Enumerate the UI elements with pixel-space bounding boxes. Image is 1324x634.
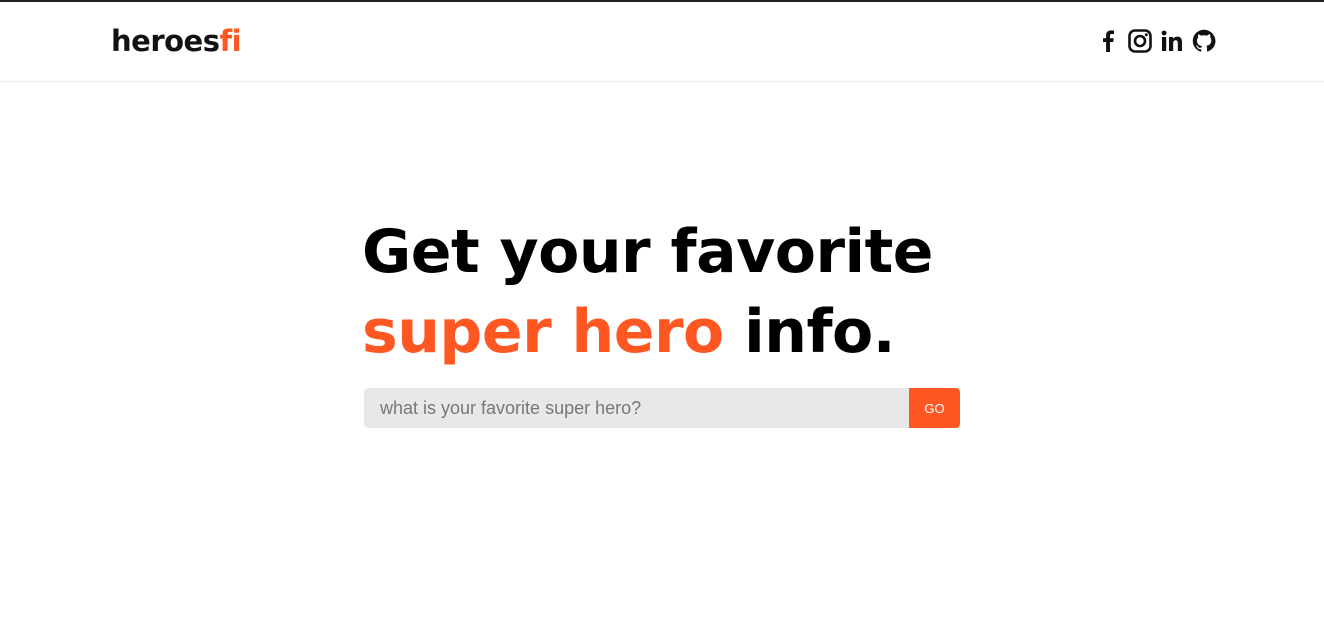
social-links xyxy=(1096,26,1216,56)
site-header: heroesfi xyxy=(0,2,1324,82)
linkedin-icon xyxy=(1161,30,1182,51)
headline-rest: info. xyxy=(723,297,896,367)
headline-line-2: super hero info. xyxy=(362,292,982,372)
headline-accent: super hero xyxy=(362,297,724,367)
headline-line-1: Get your favorite xyxy=(362,217,934,287)
logo[interactable]: heroesfi xyxy=(111,23,242,59)
facebook-link[interactable] xyxy=(1096,29,1120,53)
logo-main: heroes xyxy=(111,24,220,58)
facebook-icon xyxy=(1103,30,1114,52)
github-link[interactable] xyxy=(1192,29,1216,53)
instagram-icon xyxy=(1128,29,1152,53)
github-icon xyxy=(1192,29,1216,52)
hero-headline: Get your favorite super hero info. xyxy=(362,212,982,372)
go-button[interactable]: GO xyxy=(909,388,960,428)
hero-section: Get your favorite super hero info. xyxy=(362,212,982,372)
logo-accent: fi xyxy=(219,24,242,58)
linkedin-link[interactable] xyxy=(1160,29,1184,53)
search-input[interactable] xyxy=(364,388,909,428)
search-form: GO xyxy=(364,388,960,428)
instagram-link[interactable] xyxy=(1128,29,1152,53)
